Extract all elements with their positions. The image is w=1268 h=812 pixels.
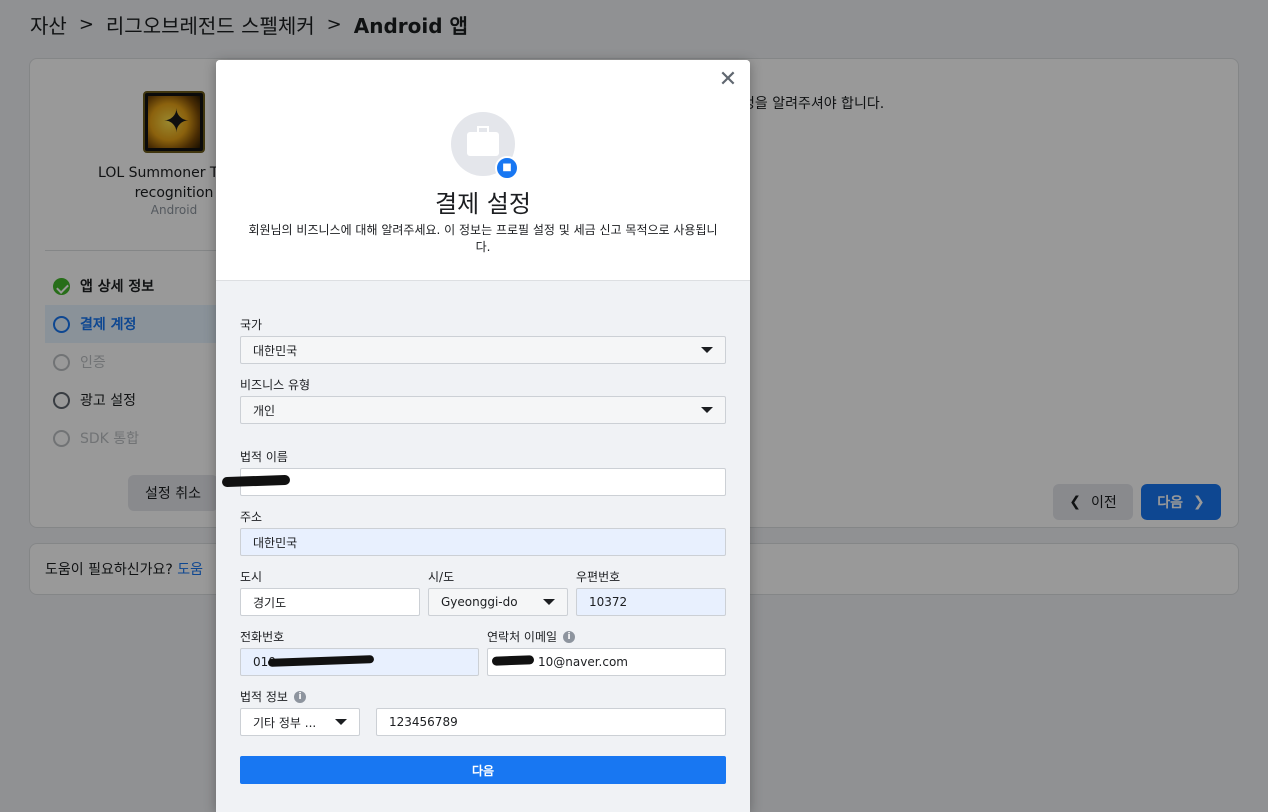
- address-label: 주소: [240, 510, 263, 524]
- postal-field[interactable]: 10372: [576, 588, 726, 616]
- legal-id-value: 123456789: [389, 715, 458, 729]
- legal-id-field[interactable]: 123456789: [376, 708, 726, 736]
- dialog-title: 결제 설정: [435, 190, 531, 218]
- postal-value: 10372: [589, 595, 628, 609]
- phone-label: 전화번호: [240, 630, 285, 644]
- caret-down-icon: [701, 407, 713, 413]
- email-label: 연락처 이메일: [487, 630, 558, 644]
- caret-down-icon: [543, 599, 555, 605]
- country-label: 국가: [240, 318, 263, 332]
- payment-settings-dialog: ✕ ■ 결제 설정 회원님의 비즈니스에 대해 알려주세요. 이 정보는 프로필…: [216, 60, 750, 812]
- business-type-value: 개인: [253, 403, 276, 418]
- business-type-select[interactable]: 개인: [240, 396, 726, 424]
- state-label: 시/도: [428, 570, 455, 584]
- city-label: 도시: [240, 570, 263, 584]
- legal-info-label-row: 법적 정보 i: [240, 688, 306, 705]
- info-icon[interactable]: i: [563, 630, 576, 643]
- submit-next-button[interactable]: 다음: [240, 756, 726, 784]
- info-icon[interactable]: i: [293, 690, 306, 703]
- legal-name-label: 법적 이름: [240, 450, 288, 464]
- close-icon[interactable]: ✕: [718, 69, 738, 91]
- city-field[interactable]: 경기도: [240, 588, 420, 616]
- legal-name-field[interactable]: [240, 468, 726, 496]
- city-value: 경기도: [253, 595, 287, 610]
- legal-id-type-value: 기타 정부 ...: [253, 715, 317, 730]
- address-value: 대한민국: [253, 535, 298, 550]
- postal-label: 우편번호: [576, 570, 621, 584]
- dialog-description: 회원님의 비즈니스에 대해 알려주세요. 이 정보는 프로필 설정 및 세금 신…: [248, 223, 718, 254]
- country-select[interactable]: 대한민국: [240, 336, 726, 364]
- address-field[interactable]: 대한민국: [240, 528, 726, 556]
- caret-down-icon: [701, 347, 713, 353]
- email-label-row: 연락처 이메일 i: [487, 628, 576, 645]
- legal-id-type-select[interactable]: 기타 정부 ...: [240, 708, 360, 736]
- redaction-mark: [491, 655, 535, 666]
- caret-down-icon: [335, 719, 347, 725]
- legal-info-label: 법적 정보: [240, 690, 288, 704]
- business-type-label: 비즈니스 유형: [240, 378, 311, 392]
- country-value: 대한민국: [253, 343, 298, 358]
- briefcase-icon: ■: [495, 156, 519, 180]
- state-select[interactable]: Gyeonggi-do: [428, 588, 568, 616]
- dialog-header: ✕ ■ 결제 설정 회원님의 비즈니스에 대해 알려주세요. 이 정보는 프로필…: [216, 60, 750, 281]
- state-value: Gyeonggi-do: [441, 595, 518, 609]
